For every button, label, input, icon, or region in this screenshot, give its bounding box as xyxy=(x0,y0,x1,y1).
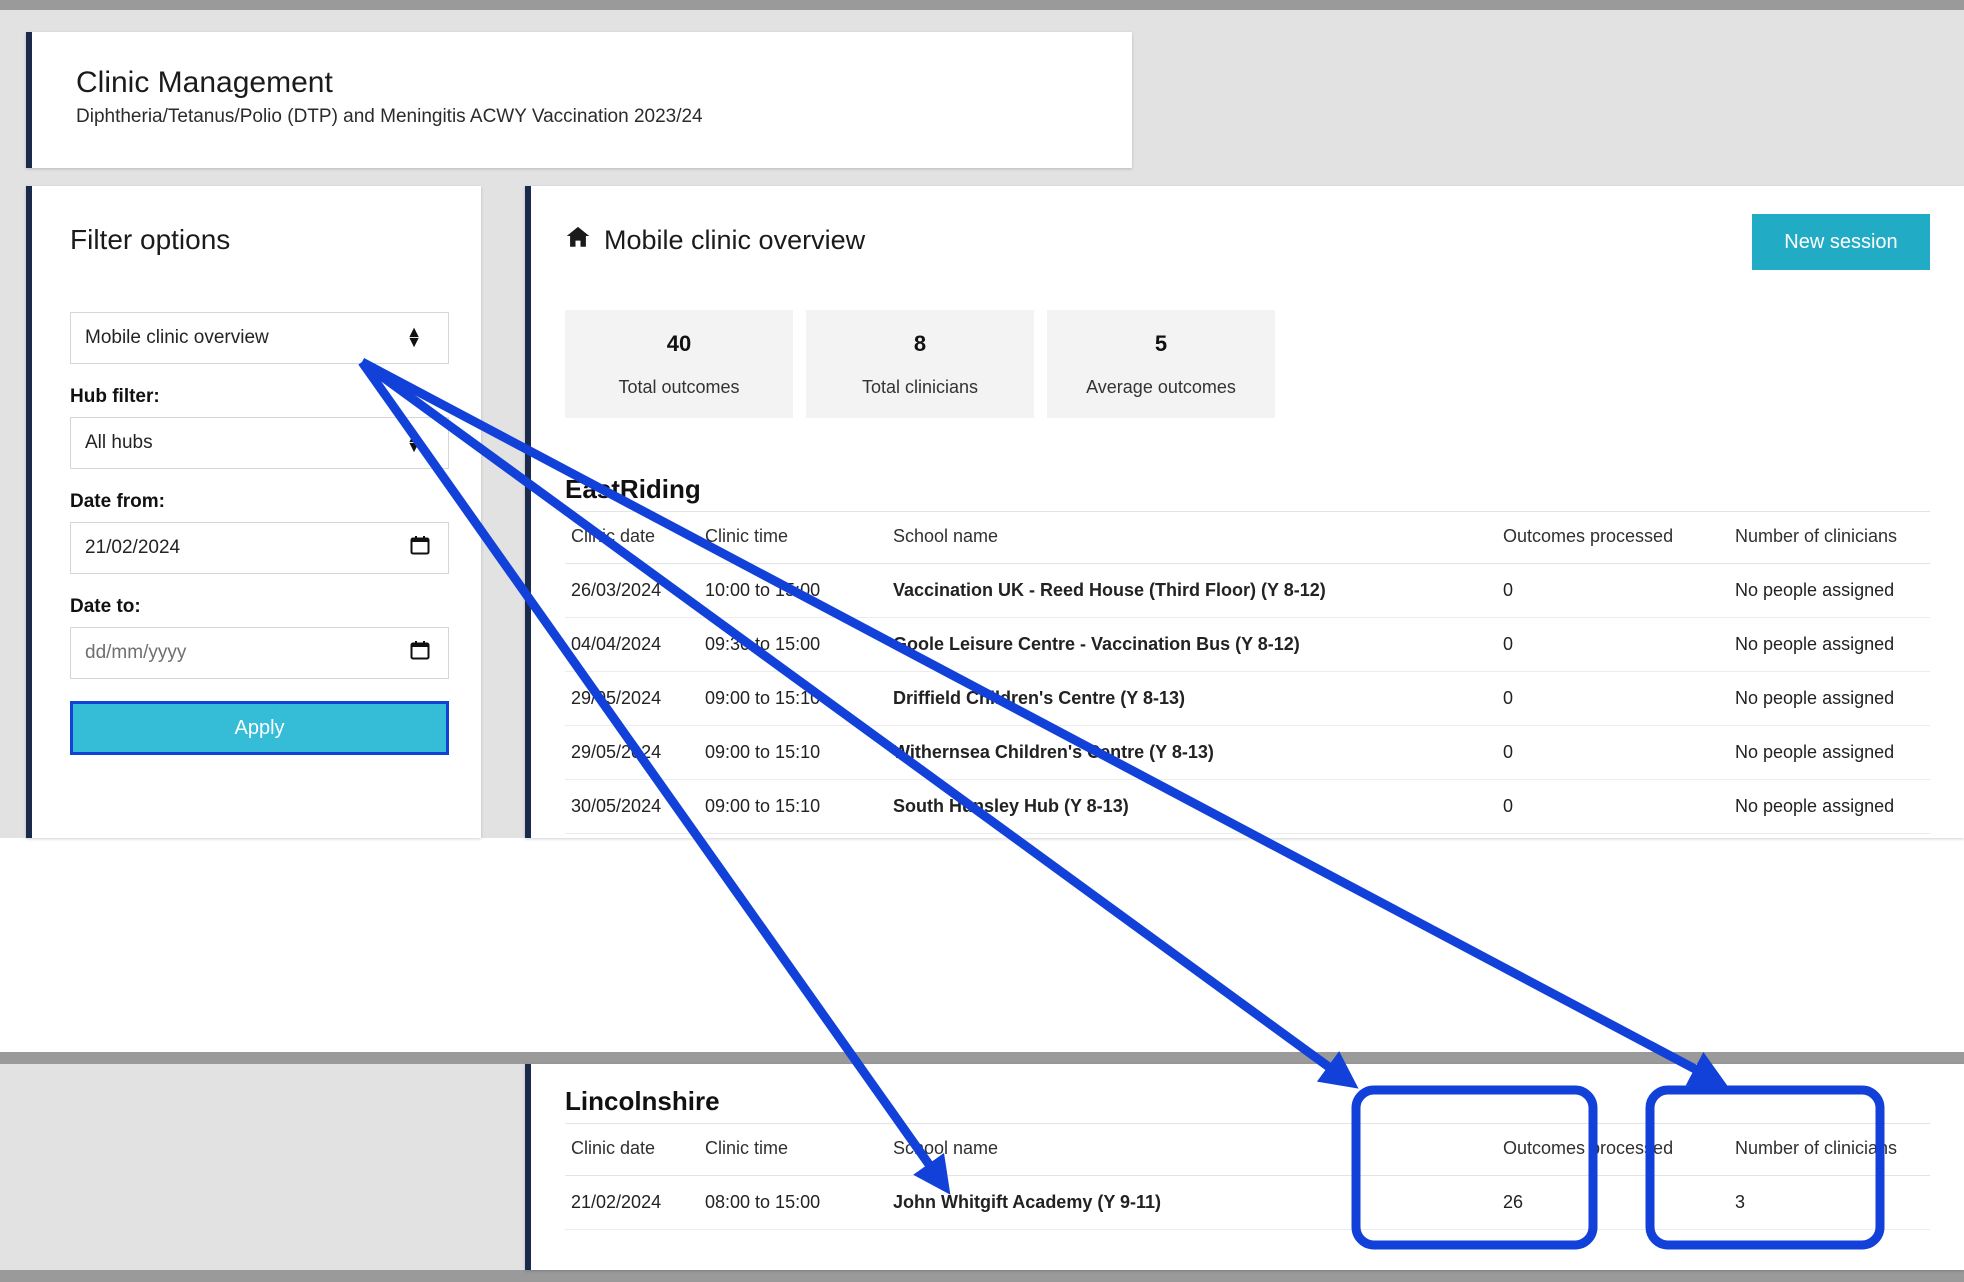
filter-options-title: Filter options xyxy=(70,224,441,256)
stat-card-total-outcomes: 40 Total outcomes xyxy=(565,310,793,418)
table-header-row: Clinic date Clinic time School name Outc… xyxy=(565,1124,1930,1176)
chevron-updown-icon: ▲▼ xyxy=(406,433,422,453)
window-chrome-middle xyxy=(0,1052,1964,1064)
date-from-label: Date from: xyxy=(70,491,441,513)
table-header-row: Clinic date Clinic time School name Outc… xyxy=(565,512,1930,564)
clinic-time-cell: 08:00 to 15:00 xyxy=(699,1176,887,1230)
clinic-time-cell: 09:00 to 15:10 xyxy=(699,726,887,780)
column-header-number-of-clinicians[interactable]: Number of clinicians xyxy=(1729,1124,1930,1176)
outcomes-processed-cell: 0 xyxy=(1497,726,1729,780)
number-of-clinicians-cell: No people assigned xyxy=(1729,726,1930,780)
outcomes-processed-cell: 0 xyxy=(1497,672,1729,726)
number-of-clinicians-cell: No people assigned xyxy=(1729,672,1930,726)
screenshot-gap-band xyxy=(0,838,1964,1052)
column-header-school-name[interactable]: School name xyxy=(887,512,1497,564)
new-session-button[interactable]: New session xyxy=(1752,214,1930,270)
page-header-card: Clinic Management Diphtheria/Tetanus/Pol… xyxy=(26,32,1132,168)
number-of-clinicians-cell: No people assigned xyxy=(1729,618,1930,672)
column-header-clinic-time[interactable]: Clinic time xyxy=(699,1124,887,1176)
date-from-value: 21/02/2024 xyxy=(85,537,180,559)
clinic-time-cell: 09:00 to 15:10 xyxy=(699,780,887,834)
stat-value: 8 xyxy=(914,331,926,357)
table-row[interactable]: 29/05/202409:00 to 15:10Withernsea Child… xyxy=(565,726,1930,780)
date-to-placeholder: dd/mm/yyyy xyxy=(85,642,186,664)
hub-filter-label: Hub filter: xyxy=(70,386,441,408)
filter-options-panel: Filter options Mobile clinic overview ▲▼… xyxy=(26,186,481,838)
clinic-time-cell: 10:00 to 15:00 xyxy=(699,564,887,618)
column-header-outcomes-processed[interactable]: Outcomes processed xyxy=(1497,512,1729,564)
table-row[interactable]: 30/05/202409:00 to 15:10South Hunsley Hu… xyxy=(565,780,1930,834)
clinic-time-cell: 09:00 to 15:10 xyxy=(699,672,887,726)
stat-value: 40 xyxy=(667,331,691,357)
number-of-clinicians-cell: 3 xyxy=(1729,1176,1930,1230)
stat-value: 5 xyxy=(1155,331,1167,357)
page-title: Clinic Management xyxy=(76,66,1132,101)
clinic-date-cell: 21/02/2024 xyxy=(565,1176,699,1230)
lincolnshire-card: Lincolnshire Clinic date Clinic time Sch… xyxy=(525,1064,1964,1270)
clinic-date-cell: 29/05/2024 xyxy=(565,726,699,780)
stat-card-average-outcomes: 5 Average outcomes xyxy=(1047,310,1275,418)
clinic-table-eastriding: Clinic date Clinic time School name Outc… xyxy=(565,511,1930,834)
school-name-cell: South Hunsley Hub (Y 8-13) xyxy=(887,780,1497,834)
date-to-input[interactable]: dd/mm/yyyy xyxy=(70,627,449,679)
clinic-date-cell: 04/04/2024 xyxy=(565,618,699,672)
outcomes-processed-cell: 0 xyxy=(1497,780,1729,834)
school-name-cell: Withernsea Children's Centre (Y 8-13) xyxy=(887,726,1497,780)
column-header-clinic-date[interactable]: Clinic date xyxy=(565,512,699,564)
screenshot-root: Clinic Management Diphtheria/Tetanus/Pol… xyxy=(0,0,1964,1282)
table-row[interactable]: 29/05/202409:00 to 15:10Driffield Childr… xyxy=(565,672,1930,726)
clinic-table-lincolnshire: Clinic date Clinic time School name Outc… xyxy=(565,1123,1930,1230)
table-row[interactable]: 21/02/202408:00 to 15:00John Whitgift Ac… xyxy=(565,1176,1930,1230)
calendar-icon[interactable] xyxy=(410,535,430,561)
column-header-outcomes-processed[interactable]: Outcomes processed xyxy=(1497,1124,1729,1176)
hub-filter-select[interactable]: All hubs ▲▼ xyxy=(70,417,449,469)
column-header-clinic-time[interactable]: Clinic time xyxy=(699,512,887,564)
chevron-updown-icon: ▲▼ xyxy=(406,328,422,348)
outcomes-processed-cell: 0 xyxy=(1497,564,1729,618)
calendar-icon[interactable] xyxy=(410,640,430,666)
school-name-cell: John Whitgift Academy (Y 9-11) xyxy=(887,1176,1497,1230)
number-of-clinicians-cell: No people assigned xyxy=(1729,780,1930,834)
clinic-date-cell: 30/05/2024 xyxy=(565,780,699,834)
column-header-number-of-clinicians[interactable]: Number of clinicians xyxy=(1729,512,1930,564)
region-heading-eastriding: EastRiding xyxy=(565,474,1930,505)
mobile-clinic-overview-title: Mobile clinic overview xyxy=(565,224,865,257)
clinic-time-cell: 09:30 to 15:00 xyxy=(699,618,887,672)
school-name-cell: Vaccination UK - Reed House (Third Floor… xyxy=(887,564,1497,618)
stat-label: Total outcomes xyxy=(618,377,739,398)
school-name-cell: Driffield Children's Centre (Y 8-13) xyxy=(887,672,1497,726)
outcomes-processed-cell: 0 xyxy=(1497,618,1729,672)
outcomes-processed-cell: 26 xyxy=(1497,1176,1729,1230)
stat-label: Average outcomes xyxy=(1086,377,1236,398)
clinic-date-cell: 26/03/2024 xyxy=(565,564,699,618)
region-heading-lincolnshire: Lincolnshire xyxy=(565,1086,1930,1117)
page-subtitle: Diphtheria/Tetanus/Polio (DTP) and Menin… xyxy=(76,106,1132,128)
main-content-card: Mobile clinic overview New session 40 To… xyxy=(525,186,1964,838)
home-icon xyxy=(565,224,591,257)
view-select[interactable]: Mobile clinic overview ▲▼ xyxy=(70,312,449,364)
window-chrome-bottom xyxy=(0,1270,1964,1282)
number-of-clinicians-cell: No people assigned xyxy=(1729,564,1930,618)
window-chrome-top xyxy=(0,0,1964,10)
summary-stats-row: 40 Total outcomes 8 Total clinicians 5 A… xyxy=(565,310,1930,418)
hub-filter-value: All hubs xyxy=(85,432,153,454)
date-from-input[interactable]: 21/02/2024 xyxy=(70,522,449,574)
stat-card-total-clinicians: 8 Total clinicians xyxy=(806,310,1034,418)
view-select-value: Mobile clinic overview xyxy=(85,327,269,349)
table-row[interactable]: 26/03/202410:00 to 15:00Vaccination UK -… xyxy=(565,564,1930,618)
stat-label: Total clinicians xyxy=(862,377,978,398)
column-header-clinic-date[interactable]: Clinic date xyxy=(565,1124,699,1176)
apply-button[interactable]: Apply xyxy=(70,701,449,755)
date-to-label: Date to: xyxy=(70,596,441,618)
clinic-date-cell: 29/05/2024 xyxy=(565,672,699,726)
table-row[interactable]: 04/04/202409:30 to 15:00Goole Leisure Ce… xyxy=(565,618,1930,672)
overview-title-text: Mobile clinic overview xyxy=(604,225,865,256)
column-header-school-name[interactable]: School name xyxy=(887,1124,1497,1176)
school-name-cell: Goole Leisure Centre - Vaccination Bus (… xyxy=(887,618,1497,672)
